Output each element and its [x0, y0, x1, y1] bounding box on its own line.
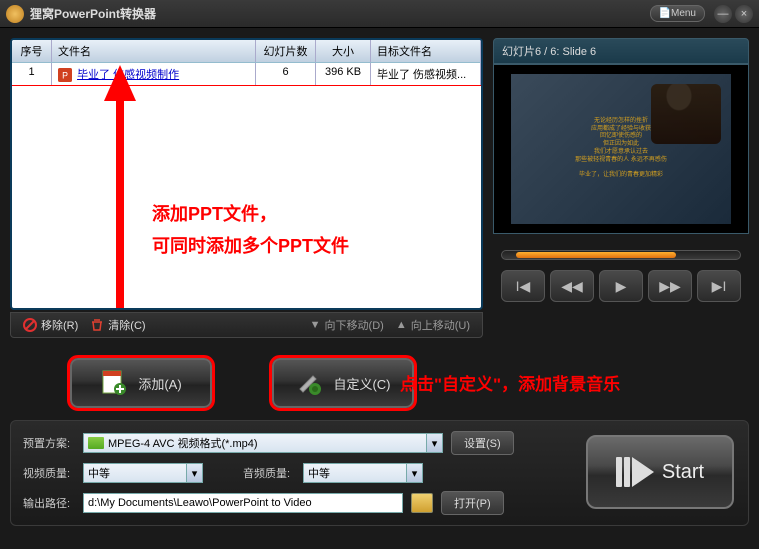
file-link[interactable]: 毕业了 伤感视频制作 [77, 69, 179, 81]
clear-button[interactable]: 清除(C) [90, 317, 145, 333]
minimize-button[interactable]: — [714, 5, 732, 23]
audio-quality-label: 音频质量: [243, 465, 295, 481]
chevron-down-icon: ▾ [186, 464, 202, 482]
first-button[interactable]: I◀ [501, 270, 545, 302]
add-button[interactable]: 添加(A) [70, 358, 212, 408]
app-title: 狸窝PowerPoint转换器 [30, 5, 650, 22]
svg-text:P: P [62, 71, 68, 81]
app-icon [6, 5, 24, 23]
annotation-arrow [100, 65, 140, 310]
output-path-input[interactable]: d:\My Documents\Leawo\PowerPoint to Vide… [83, 493, 403, 513]
col-name[interactable]: 文件名 [52, 40, 256, 62]
cell-no: 1 [12, 63, 52, 85]
cell-slides: 6 [256, 63, 316, 85]
preview-header: 幻灯片6 / 6: Slide 6 [493, 38, 749, 64]
down-icon: ▼ [310, 319, 321, 331]
profile-value: MPEG-4 AVC 视频格式(*.mp4) [108, 435, 258, 451]
settings-button[interactable]: 设置(S) [451, 431, 514, 455]
add-label: 添加(A) [138, 374, 181, 393]
video-quality-value: 中等 [88, 465, 110, 481]
file-table: 序号 文件名 幻灯片数 大小 目标文件名 1 P 毕业了 伤感视频制作 6 39… [10, 38, 483, 310]
remove-icon [23, 318, 37, 332]
video-quality-label: 视频质量: [23, 465, 75, 481]
output-label: 输出路径: [23, 495, 75, 511]
next-button[interactable]: ▶▶ [648, 270, 692, 302]
output-path-value: d:\My Documents\Leawo\PowerPoint to Vide… [88, 497, 312, 509]
cell-size: 396 KB [316, 63, 371, 85]
customize-icon [295, 369, 323, 397]
start-label: Start [662, 461, 704, 484]
cell-target: 毕业了 伤感视频... [371, 63, 481, 85]
last-button[interactable]: ▶I [697, 270, 741, 302]
annotation-customize: 点击"自定义"，添加背景音乐 [400, 370, 620, 395]
clear-icon [90, 318, 104, 332]
audio-quality-value: 中等 [308, 465, 330, 481]
list-toolbar: 移除(R) 清除(C) ▼ 向下移动(D) ▲ 向上移动(U) [10, 312, 483, 338]
cell-name: P 毕业了 伤感视频制作 [52, 63, 256, 85]
seek-bar[interactable] [501, 250, 741, 260]
col-target[interactable]: 目标文件名 [371, 40, 481, 62]
customize-label: 自定义(C) [333, 374, 390, 393]
menu-button[interactable]: 📄Menu [650, 5, 705, 22]
col-size[interactable]: 大小 [316, 40, 371, 62]
start-button[interactable]: Start [586, 435, 734, 509]
annotation-add-ppt: 添加PPT文件， 可同时添加多个PPT文件 [152, 198, 349, 263]
movedown-button[interactable]: ▼ 向下移动(D) [310, 317, 384, 333]
player-controls: I◀ ◀◀ ▶ ▶▶ ▶I [493, 244, 749, 302]
prev-button[interactable]: ◀◀ [550, 270, 594, 302]
remove-button[interactable]: 移除(R) [23, 317, 78, 333]
profile-combo[interactable]: MPEG-4 AVC 视频格式(*.mp4) ▾ [83, 433, 443, 453]
col-slides[interactable]: 幻灯片数 [256, 40, 316, 62]
titlebar: 狸窝PowerPoint转换器 📄Menu — × [0, 0, 759, 28]
preview-viewport: 无论经历怎样的挫折应用都成了经验与收获回忆即使伤感的但正因为如此我们才愿意承认过… [493, 64, 749, 234]
ppt-icon: P [58, 68, 72, 82]
profile-label: 预置方案: [23, 435, 75, 451]
chevron-down-icon: ▾ [426, 434, 442, 452]
up-icon: ▲ [396, 319, 407, 331]
table-row[interactable]: 1 P 毕业了 伤感视频制作 6 396 KB 毕业了 伤感视频... [12, 63, 481, 86]
play-button[interactable]: ▶ [599, 270, 643, 302]
start-icon [616, 457, 654, 487]
browse-folder-button[interactable] [411, 493, 433, 513]
open-button[interactable]: 打开(P) [441, 491, 504, 515]
video-quality-combo[interactable]: 中等 ▾ [83, 463, 203, 483]
col-no[interactable]: 序号 [12, 40, 52, 62]
add-file-icon [100, 369, 128, 397]
table-header: 序号 文件名 幻灯片数 大小 目标文件名 [12, 40, 481, 63]
slide-thumbnail: 无论经历怎样的挫折应用都成了经验与收获回忆即使伤感的但正因为如此我们才愿意承认过… [511, 74, 731, 224]
moveup-button[interactable]: ▲ 向上移动(U) [396, 317, 470, 333]
audio-quality-combo[interactable]: 中等 ▾ [303, 463, 423, 483]
customize-button[interactable]: 自定义(C) [272, 358, 414, 408]
chevron-down-icon: ▾ [406, 464, 422, 482]
close-button[interactable]: × [735, 5, 753, 23]
format-icon [88, 437, 104, 449]
